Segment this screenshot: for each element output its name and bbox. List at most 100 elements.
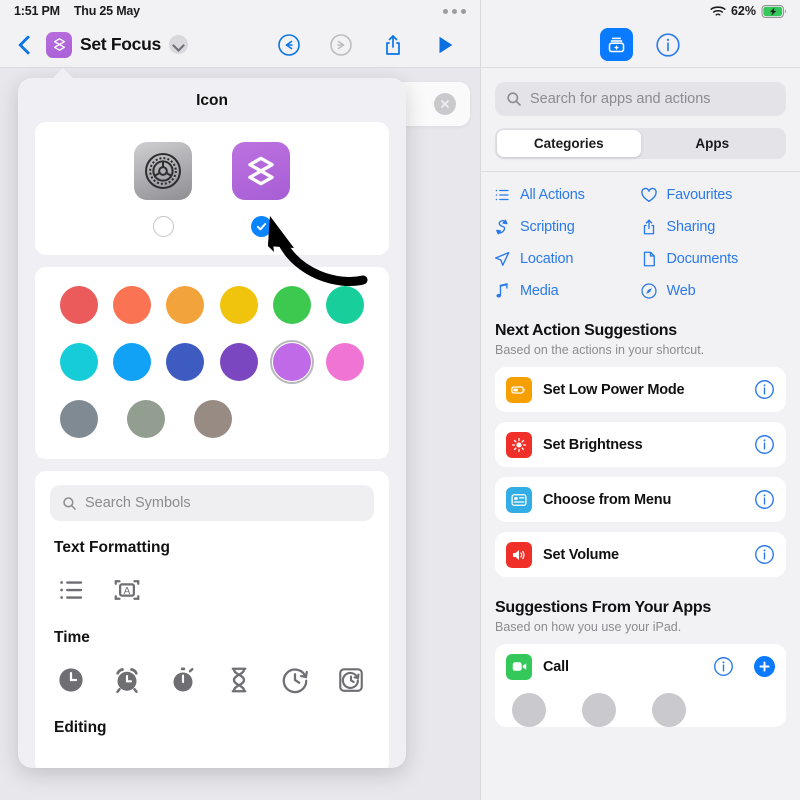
color-swatch-pink[interactable] xyxy=(323,340,367,384)
location-arrow-icon xyxy=(493,250,511,268)
action-row[interactable]: Set Brightness xyxy=(495,422,786,467)
stopwatch-filled-icon[interactable] xyxy=(166,663,200,697)
avatar[interactable] xyxy=(512,693,546,727)
color-swatch-red[interactable] xyxy=(57,283,101,327)
symbol-search-input[interactable]: Search Symbols xyxy=(50,485,374,521)
swatch-fill xyxy=(166,343,205,381)
info-circle-icon[interactable] xyxy=(754,379,775,400)
speaker-icon xyxy=(506,541,532,568)
symbol-picker-card: Search Symbols Text Formatting A Time Editi… xyxy=(35,471,389,768)
color-swatch-light-purple[interactable] xyxy=(269,340,314,384)
shortcut-details-icon[interactable] xyxy=(600,28,633,61)
list-item[interactable]: Call xyxy=(506,644,775,689)
color-swatch-purple[interactable] xyxy=(217,340,261,384)
categories-grid: All Actions Favourites Scripting Sharing Loc… xyxy=(481,186,800,300)
action-label: Choose from Menu xyxy=(543,491,672,508)
category-label: All Actions xyxy=(520,187,585,203)
alarm-clock-icon[interactable] xyxy=(110,663,144,697)
tab-categories[interactable]: Categories xyxy=(497,130,641,157)
section-subtitle: Based on the actions in your shortcut. xyxy=(495,343,705,357)
icon-option-settings[interactable] xyxy=(134,142,192,237)
avatar[interactable] xyxy=(652,693,686,727)
library-toolbar xyxy=(481,22,800,68)
category-label: Documents xyxy=(666,251,739,267)
category-scripting[interactable]: Scripting xyxy=(493,218,640,236)
multitasking-dots-icon[interactable] xyxy=(443,8,466,14)
settings-gear-icon xyxy=(134,142,192,200)
info-circle-icon[interactable] xyxy=(754,544,775,565)
app-suggestion-card: Call xyxy=(495,644,786,727)
symbol-group-title: Editing xyxy=(54,719,107,736)
battery-charging-icon xyxy=(761,4,786,18)
timer-square-icon[interactable] xyxy=(334,663,368,697)
share-icon xyxy=(640,218,658,236)
color-swatch-orange[interactable] xyxy=(163,283,207,327)
editor-toolbar: Set Focus xyxy=(0,22,480,68)
status-date: Thu 25 May xyxy=(73,4,140,18)
library-search-input[interactable]: Search for apps and actions xyxy=(495,82,786,116)
battery-percent: 62% xyxy=(730,4,756,18)
category-media[interactable]: Media xyxy=(493,282,640,300)
popover-caret xyxy=(52,68,74,79)
category-location[interactable]: Location xyxy=(493,250,640,268)
document-icon xyxy=(640,250,658,268)
library-search-placeholder: Search for apps and actions xyxy=(530,91,711,107)
hourglass-icon[interactable] xyxy=(222,663,256,697)
action-row[interactable]: Set Volume xyxy=(495,532,786,577)
radio-unselected[interactable] xyxy=(152,216,174,237)
color-row xyxy=(57,397,367,441)
color-swatch-teal[interactable] xyxy=(323,283,367,327)
color-swatch-indigo[interactable] xyxy=(163,340,207,384)
back-button[interactable] xyxy=(12,32,38,58)
color-swatch-slate-gray[interactable] xyxy=(57,397,101,441)
list-bullet-icon xyxy=(493,186,511,204)
wifi-icon xyxy=(710,5,726,16)
color-swatch-cyan[interactable] xyxy=(57,340,101,384)
page-title: Set Focus xyxy=(80,34,161,54)
action-label: Set Brightness xyxy=(543,436,643,453)
redo-icon[interactable] xyxy=(328,32,354,58)
tab-apps[interactable]: Apps xyxy=(641,130,785,157)
category-favourites[interactable]: Favourites xyxy=(640,186,787,204)
text-in-box-icon[interactable]: A xyxy=(110,573,144,607)
swatch-fill xyxy=(272,286,311,324)
category-sharing[interactable]: Sharing xyxy=(640,218,787,236)
symbol-group-title: Time xyxy=(54,629,90,646)
right-status-bar: 62% xyxy=(481,0,800,22)
info-circle-icon[interactable] xyxy=(655,32,681,58)
undo-icon[interactable] xyxy=(276,32,302,58)
category-label: Scripting xyxy=(520,219,575,235)
timer-outline-icon[interactable] xyxy=(278,663,312,697)
swatch-fill xyxy=(219,343,258,381)
play-icon[interactable] xyxy=(432,32,458,58)
color-swatch-taupe[interactable] xyxy=(191,397,235,441)
action-row[interactable]: Choose from Menu xyxy=(495,477,786,522)
color-swatch-sage-gray[interactable] xyxy=(124,397,168,441)
info-circle-icon[interactable] xyxy=(754,434,775,455)
left-status-bar: 1:51 PM Thu 25 May xyxy=(0,0,480,22)
category-all-actions[interactable]: All Actions xyxy=(493,186,640,204)
info-circle-icon[interactable] xyxy=(754,489,775,510)
plus-circle-icon[interactable] xyxy=(754,656,775,677)
app-suggestions-header: Suggestions From Your Apps Based on how … xyxy=(481,577,800,634)
category-documents[interactable]: Documents xyxy=(640,250,787,268)
close-circle-icon[interactable] xyxy=(434,93,456,115)
bullet-list-icon[interactable] xyxy=(54,573,88,607)
share-icon[interactable] xyxy=(380,32,406,58)
avatar[interactable] xyxy=(582,693,616,727)
chevron-down-icon[interactable] xyxy=(168,35,188,54)
battery-icon xyxy=(506,376,532,403)
svg-text:A: A xyxy=(124,586,131,597)
section-subtitle: Based on how you use your iPad. xyxy=(495,620,682,634)
category-web[interactable]: Web xyxy=(640,282,787,300)
color-swatch-blue[interactable] xyxy=(110,340,154,384)
color-swatch-coral[interactable] xyxy=(110,283,154,327)
color-swatch-green[interactable] xyxy=(270,283,314,327)
symbol-row xyxy=(54,663,374,697)
clock-filled-icon[interactable] xyxy=(54,663,88,697)
color-swatch-yellow[interactable] xyxy=(217,283,261,327)
info-circle-icon[interactable] xyxy=(713,656,734,677)
action-row[interactable]: Set Low Power Mode xyxy=(495,367,786,412)
icon-popover: Icon Search Symbols Text Formatting A Ti… xyxy=(18,78,406,768)
library-segmented-control: Categories Apps xyxy=(495,128,786,159)
